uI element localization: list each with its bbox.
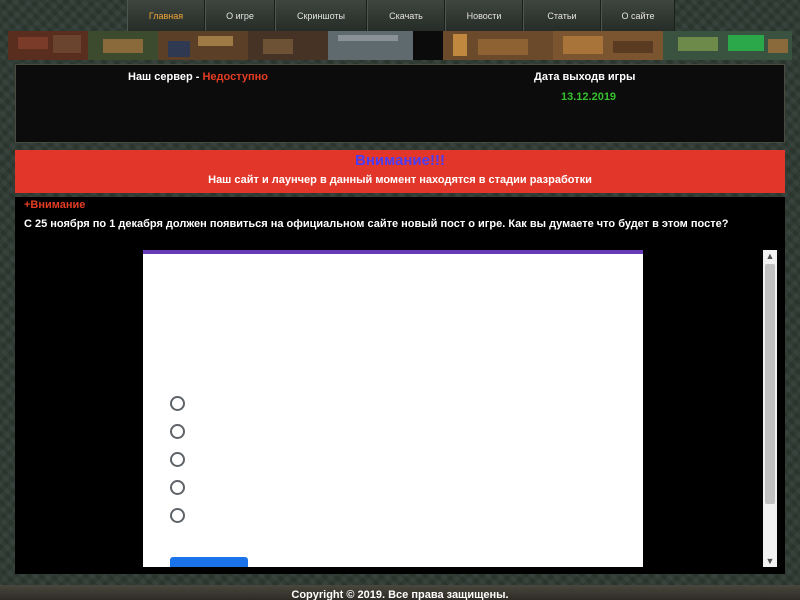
scroll-thumb[interactable] [765,264,775,504]
header-banner [8,31,792,60]
nav-item-articles[interactable]: Статьи [523,0,601,31]
banner-scene-image [8,31,792,60]
nav-item-news[interactable]: Новости [445,0,523,31]
nav-item-screenshots[interactable]: Скриншоты [275,0,367,31]
poll-option-radio-1[interactable] [170,396,185,411]
poll-option-radio-5[interactable] [170,508,185,523]
release-date-label: Дата выходв игры [534,71,636,83]
warning-text: Наш сайт и лаунчер в данный момент наход… [208,174,592,186]
post-body: С 25 ноября по 1 декабря должен появитьс… [24,218,729,230]
post-title[interactable]: +Внимание [24,199,85,211]
server-status-label: Наш сервер - [128,71,203,83]
server-status: Наш сервер - Недоступно [128,71,268,83]
warning-title: Внимание!!! [355,152,445,169]
main-nav: Главная О игре Скриншоты Скачать Новости… [127,0,675,31]
release-date-value: 13.12.2019 [561,91,617,103]
poll-submit-button[interactable] [170,557,248,567]
nav-item-about-site[interactable]: О сайте [601,0,675,31]
nav-item-home[interactable]: Главная [127,0,205,31]
form-scrollbar[interactable]: ▲ ▼ [763,250,777,567]
poll-option-radio-2[interactable] [170,424,185,439]
scroll-down-icon[interactable]: ▼ [763,555,777,567]
embedded-poll-form [143,250,643,567]
poll-option-radio-3[interactable] [170,452,185,467]
poll-option-radio-4[interactable] [170,480,185,495]
nav-item-about-game[interactable]: О игре [205,0,275,31]
server-status-value: Недоступно [202,71,269,83]
scroll-up-icon[interactable]: ▲ [763,250,777,262]
copyright-text: Copyright © 2019. Все права защищены. [291,589,509,600]
nav-item-download[interactable]: Скачать [367,0,445,31]
